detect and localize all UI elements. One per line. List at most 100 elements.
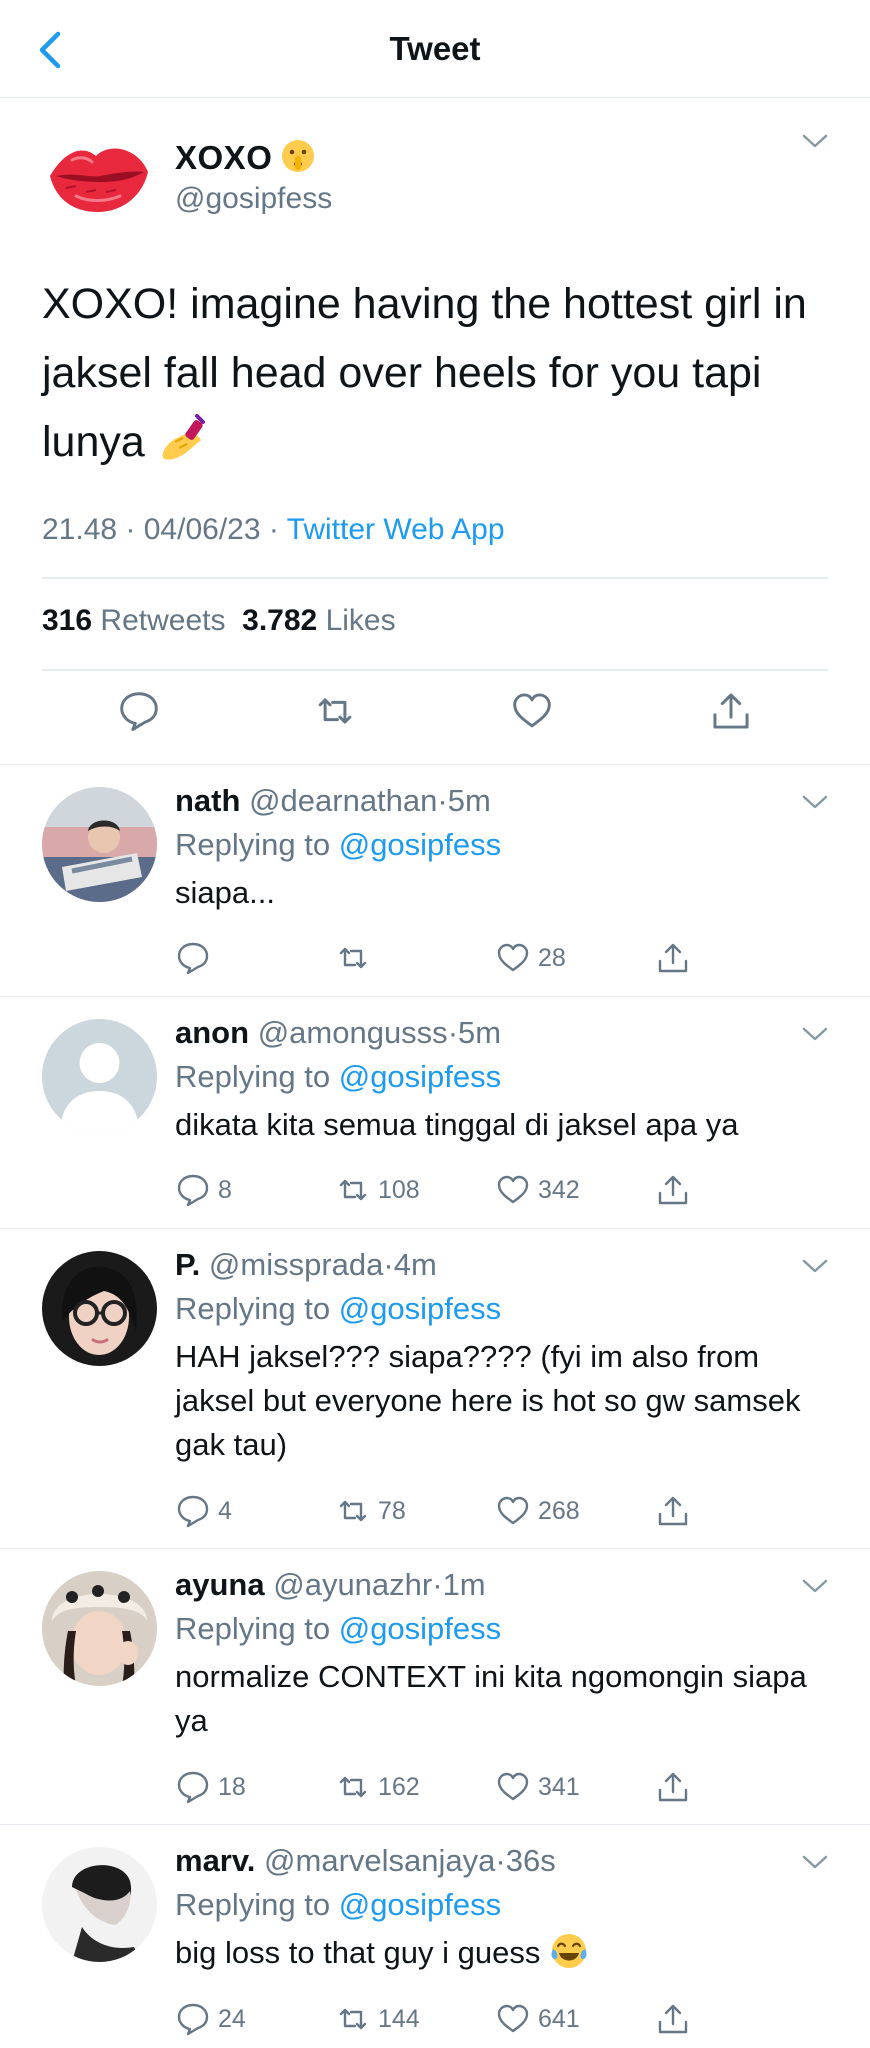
reply-author-name[interactable]: nath (175, 783, 240, 818)
retweet-action[interactable]: 144 (336, 1999, 420, 2039)
shushing-face-emoji-icon (282, 140, 315, 172)
share-action[interactable] (656, 1170, 698, 1210)
chevron-down-icon[interactable] (800, 132, 830, 150)
reply-tweet[interactable]: anon @amongusss·5m Replying to @gosipfes… (0, 997, 870, 1229)
reply-author-handle[interactable]: @amongusss (258, 1015, 448, 1050)
divider (42, 577, 828, 579)
reply-text: dikata kita semua tinggal di jaksel apa … (175, 1107, 739, 1142)
tweet-text: XOXO! imagine having the hottest girl in… (42, 280, 807, 466)
author-handle[interactable]: @gosipfess (175, 182, 332, 216)
reply-tweet[interactable]: marv. @marvelsanjaya·36s Replying to @go… (0, 1825, 870, 2048)
tweet-source-link[interactable]: Twitter Web App (287, 513, 505, 546)
like-heart-icon[interactable] (511, 690, 553, 732)
mention-link[interactable]: @gosipfess (339, 827, 501, 862)
share-icon (658, 1496, 688, 1526)
reply-action[interactable]: 24 (176, 1999, 246, 2039)
chevron-down-icon[interactable] (800, 793, 830, 811)
mention-link[interactable]: @gosipfess (339, 1059, 501, 1094)
like-action[interactable]: 342 (496, 1170, 580, 1210)
retweet-count[interactable]: 316 (42, 604, 92, 637)
replying-to: Replying to @gosipfess (175, 1887, 502, 1922)
tweet-time: 21.48 (42, 513, 118, 546)
reply-action[interactable]: 18 (176, 1767, 246, 1807)
retweet-icon (339, 1500, 367, 1522)
chevron-down-icon[interactable] (800, 1853, 830, 1871)
like-heart-icon (497, 943, 529, 972)
reply-author-handle[interactable]: @marvelsanjaya (264, 1843, 495, 1878)
likes-label[interactable]: Likes (326, 604, 396, 637)
top-bar: Tweet (0, 0, 870, 98)
retweet-action[interactable]: 162 (336, 1767, 420, 1807)
retweet-action[interactable] (336, 938, 378, 978)
user-avatar[interactable] (42, 787, 157, 902)
reply-text: normalize CONTEXT ini kita ngomongin sia… (175, 1659, 807, 1738)
share-action[interactable] (656, 1767, 698, 1807)
reply-header: anon @amongusss·5m (175, 1015, 502, 1050)
reply-text: siapa... (175, 875, 275, 910)
like-action[interactable]: 268 (496, 1491, 580, 1531)
like-count: 268 (538, 1496, 580, 1525)
user-avatar[interactable] (42, 1251, 157, 1366)
reply-action[interactable] (176, 938, 218, 978)
reply-author-handle[interactable]: @missprada (209, 1247, 383, 1282)
reply-author-name[interactable]: ayuna (175, 1567, 265, 1602)
reply-tweet[interactable]: ayuna @ayunazhr·1m Replying to @gosipfes… (0, 1549, 870, 1825)
reply-author-handle[interactable]: @dearnathan (249, 783, 437, 818)
chevron-down-icon[interactable] (800, 1257, 830, 1275)
user-avatar[interactable] (42, 1847, 157, 1962)
lips-avatar[interactable] (46, 138, 152, 218)
replying-to: Replying to @gosipfess (175, 1611, 502, 1646)
reply-author-name[interactable]: marv. (175, 1843, 255, 1878)
retweet-action[interactable]: 78 (336, 1491, 406, 1531)
like-heart-icon (497, 2004, 529, 2033)
reply-author-handle[interactable]: @ayunazhr (273, 1567, 432, 1602)
reply-time: 5m (458, 1015, 502, 1050)
reply-count: 24 (218, 2004, 246, 2033)
like-count: 341 (538, 1772, 580, 1801)
reply-header: marv. @marvelsanjaya·36s (175, 1843, 556, 1878)
reply-author-name[interactable]: anon (175, 1015, 249, 1050)
reply-icon (177, 2003, 209, 2036)
retweet-action[interactable]: 108 (336, 1170, 420, 1210)
retweet-icon (339, 1179, 367, 1201)
mention-link[interactable]: @gosipfess (339, 1887, 501, 1922)
author-name[interactable]: XOXO (175, 138, 316, 177)
reply-header: P. @missprada·4m (175, 1247, 437, 1282)
chevron-down-icon[interactable] (800, 1577, 830, 1595)
share-action[interactable] (656, 1491, 698, 1531)
chevron-down-icon[interactable] (800, 1025, 830, 1043)
like-action[interactable]: 641 (496, 1999, 580, 2039)
like-count: 342 (538, 1175, 580, 1204)
share-icon[interactable] (710, 690, 752, 732)
retweet-icon (339, 1776, 367, 1798)
user-avatar[interactable] (42, 1571, 157, 1686)
replying-to: Replying to @gosipfess (175, 1059, 502, 1094)
like-count: 641 (538, 2004, 580, 2033)
retweet-icon[interactable] (314, 690, 356, 732)
reply-icon[interactable] (118, 690, 160, 732)
like-action[interactable]: 341 (496, 1767, 580, 1807)
default-user-avatar[interactable] (42, 1019, 157, 1134)
retweet-count: 78 (378, 1496, 406, 1525)
reply-icon (177, 1495, 209, 1528)
reply-action[interactable]: 4 (176, 1491, 232, 1531)
share-action[interactable] (656, 1999, 698, 2039)
reply-action[interactable]: 8 (176, 1170, 232, 1210)
mention-link[interactable]: @gosipfess (339, 1291, 501, 1326)
reply-tweet[interactable]: P. @missprada·4m Replying to @gosipfess … (0, 1229, 870, 1549)
retweet-count: 108 (378, 1175, 420, 1204)
tweet-stats: 316 Retweets 3.782 Likes (42, 604, 396, 638)
reply-tweet[interactable]: nath @dearnathan·5m Replying to @gosipfe… (0, 765, 870, 997)
page-title: Tweet (389, 30, 481, 67)
share-icon (658, 2004, 688, 2034)
reply-author-name[interactable]: P. (175, 1247, 200, 1282)
like-action[interactable]: 28 (496, 938, 566, 978)
like-count[interactable]: 3.782 (242, 604, 317, 637)
share-action[interactable] (656, 938, 698, 978)
reply-icon (177, 1174, 209, 1207)
retweet-count: 162 (378, 1772, 420, 1801)
mention-link[interactable]: @gosipfess (339, 1611, 501, 1646)
like-heart-icon (497, 1175, 529, 1204)
reply-text: HAH jaksel??? siapa???? (fyi im also fro… (175, 1339, 801, 1462)
retweets-label[interactable]: Retweets (100, 604, 225, 637)
